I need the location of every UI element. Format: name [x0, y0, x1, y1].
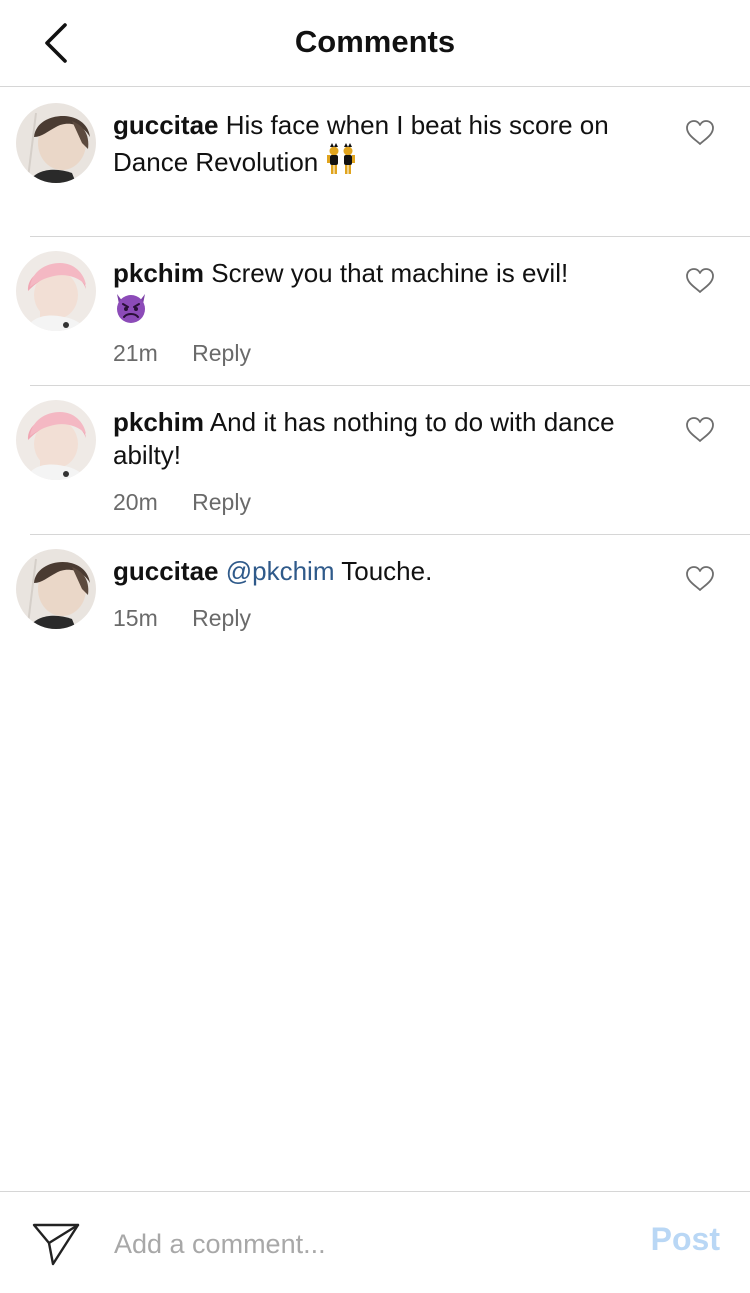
avatar[interactable] [16, 400, 96, 480]
avatar[interactable] [16, 251, 96, 331]
comment-item: guccitae @pkchim Touche. 15m Reply [0, 534, 750, 654]
comment-timestamp: 21m [113, 340, 158, 366]
comment-text: Screw you that machine is evil! [211, 258, 569, 288]
like-heart-icon[interactable] [685, 565, 715, 593]
post-button[interactable]: Post [651, 1221, 720, 1258]
comment-username[interactable]: pkchim [113, 407, 204, 437]
comment-item: pkchim And it has nothing to do with dan… [0, 385, 750, 534]
comment-username[interactable]: guccitae [113, 556, 219, 586]
like-heart-icon[interactable] [685, 416, 715, 444]
avatar[interactable] [16, 549, 96, 629]
comment-item: guccitae His face when I beat his score … [0, 88, 750, 236]
comment-text: Touche. [341, 556, 433, 586]
comment-timestamp: 15m [113, 605, 158, 631]
like-heart-icon[interactable] [685, 267, 715, 295]
dancers-emoji-icon [325, 142, 357, 184]
comment-composer: Post [0, 1191, 750, 1293]
mention-link[interactable]: @pkchim [226, 556, 335, 586]
comment-username[interactable]: pkchim [113, 258, 204, 288]
page-title: Comments [294, 24, 456, 59]
reply-button[interactable]: Reply [192, 604, 251, 632]
comment-timestamp: 20m [113, 489, 158, 515]
reply-button[interactable]: Reply [192, 339, 251, 367]
devil-emoji-icon [113, 290, 149, 332]
header-bar: Comments [0, 0, 750, 87]
comment-item: pkchim Screw you that machine is evil! 2… [0, 236, 750, 385]
comment-username[interactable]: guccitae [113, 110, 219, 140]
comment-input[interactable] [114, 1224, 614, 1264]
paper-plane-icon[interactable] [31, 1221, 81, 1267]
like-heart-icon[interactable] [685, 119, 715, 147]
comment-list: guccitae His face when I beat his score … [0, 88, 750, 654]
reply-button[interactable]: Reply [192, 488, 251, 516]
avatar[interactable] [16, 103, 96, 183]
